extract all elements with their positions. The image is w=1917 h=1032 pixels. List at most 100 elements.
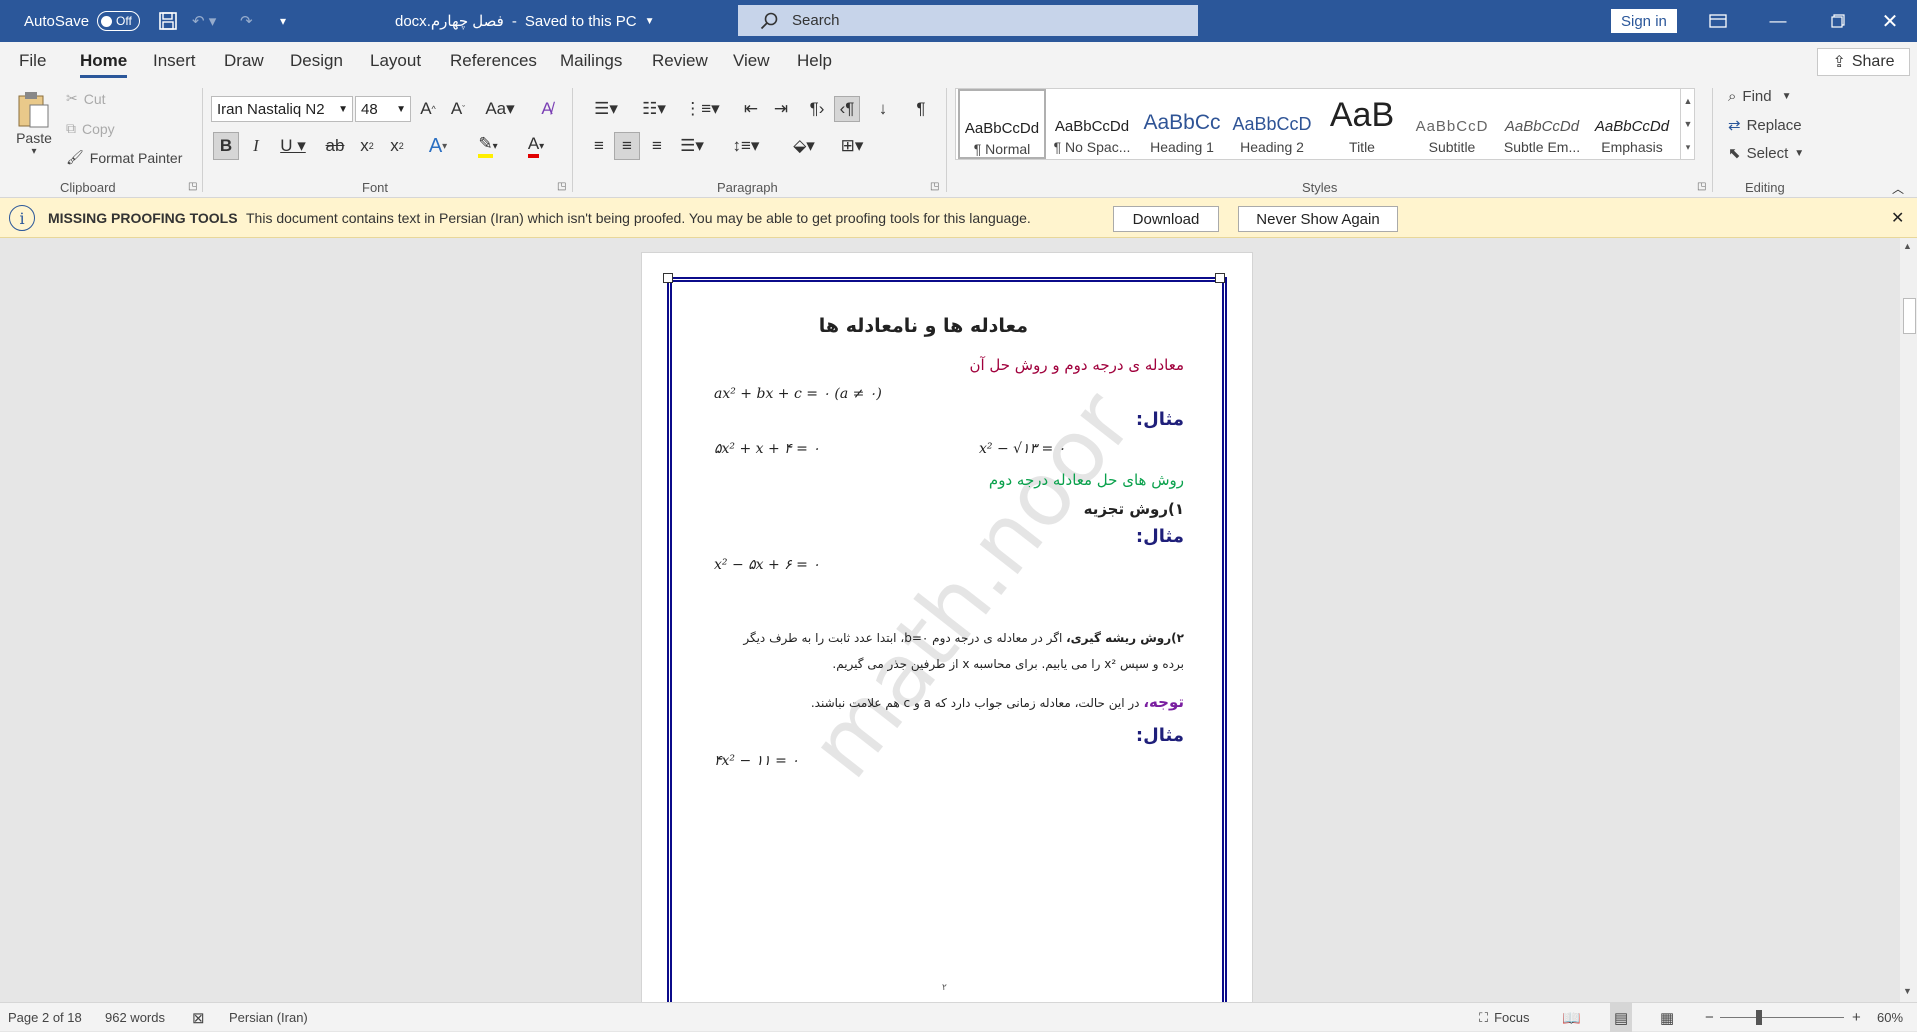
- replace-button[interactable]: ⇄ Replace: [1728, 116, 1802, 135]
- tab-insert[interactable]: Insert: [153, 42, 196, 80]
- minimize-icon[interactable]: —: [1748, 0, 1808, 42]
- proofing-icon[interactable]: ⊠: [192, 1003, 205, 1032]
- style-normal[interactable]: AaBbCcDd ¶ Normal: [958, 89, 1046, 159]
- zoom-out-icon[interactable]: −: [1705, 1003, 1714, 1032]
- paragraph-launcher-icon[interactable]: ◳: [930, 181, 939, 192]
- font-color-icon[interactable]: A ▾: [516, 132, 556, 160]
- show-formatting-marks-icon[interactable]: ¶: [908, 96, 934, 122]
- tab-draw[interactable]: Draw: [224, 42, 264, 80]
- style-title[interactable]: AaB Title: [1318, 89, 1406, 159]
- copy-button[interactable]: ⧉ Copy: [66, 120, 115, 137]
- save-icon[interactable]: [158, 0, 178, 42]
- frame-handle[interactable]: [663, 273, 673, 283]
- ribbon-display-options-icon[interactable]: [1688, 0, 1748, 42]
- language-indicator[interactable]: Persian (Iran): [229, 1003, 308, 1032]
- tab-review[interactable]: Review: [652, 42, 708, 80]
- clipboard-launcher-icon[interactable]: ◳: [188, 181, 197, 192]
- font-size-box[interactable]: 48 ▼: [355, 96, 411, 122]
- font-name-box[interactable]: Iran Nastaliq N2 ▼: [211, 96, 353, 122]
- styles-scroll[interactable]: ▲ ▼ ▾: [1680, 89, 1695, 159]
- zoom-level[interactable]: 60%: [1877, 1003, 1903, 1032]
- tab-help[interactable]: Help: [797, 42, 832, 80]
- cut-button[interactable]: ✂ Cut: [66, 90, 106, 107]
- customize-qat-icon[interactable]: ▾: [280, 0, 286, 42]
- decrease-indent-icon[interactable]: ⇤: [738, 96, 764, 122]
- bold-icon[interactable]: B: [213, 132, 239, 160]
- zoom-slider[interactable]: [1720, 1003, 1844, 1032]
- strikethrough-icon[interactable]: ab: [320, 132, 350, 160]
- close-icon[interactable]: ✕: [1860, 0, 1917, 42]
- style-heading-1[interactable]: AaBbCc Heading 1: [1138, 89, 1226, 159]
- multilevel-list-icon[interactable]: ⋮≡▾: [682, 96, 722, 122]
- style-emphasis[interactable]: AaBbCcDd Emphasis: [1588, 89, 1676, 159]
- align-left-icon[interactable]: ≡: [586, 132, 612, 160]
- increase-indent-icon[interactable]: ⇥: [768, 96, 794, 122]
- bullets-icon[interactable]: ☰▾: [586, 96, 626, 122]
- never-show-again-button[interactable]: Never Show Again: [1238, 206, 1398, 232]
- read-mode-icon[interactable]: 📖: [1562, 1003, 1581, 1032]
- autosave[interactable]: AutoSave Off: [24, 0, 140, 42]
- tab-file[interactable]: File: [19, 42, 46, 80]
- justify-icon[interactable]: ☰▾: [674, 132, 710, 160]
- vertical-scrollbar[interactable]: ▲ ▼: [1900, 238, 1917, 1002]
- document-canvas[interactable]: math.noor معادله ها و نامعادله ها معادله…: [0, 238, 1900, 1002]
- scroll-up-icon[interactable]: ▲: [1903, 241, 1912, 251]
- text-effects-icon[interactable]: A ▾: [420, 132, 456, 160]
- more-styles-icon[interactable]: ▾: [1686, 142, 1691, 153]
- zoom-in-icon[interactable]: +: [1852, 1003, 1861, 1032]
- search-box[interactable]: Search: [738, 5, 1198, 36]
- tab-layout[interactable]: Layout: [370, 42, 421, 80]
- share-button[interactable]: ⇪ Share: [1817, 48, 1910, 76]
- shading-icon[interactable]: ⬙▾: [784, 132, 824, 160]
- scrollbar-thumb[interactable]: [1903, 298, 1916, 334]
- page-count[interactable]: Page 2 of 18: [8, 1003, 82, 1032]
- italic-icon[interactable]: I: [243, 132, 269, 160]
- align-center-icon[interactable]: ≡: [614, 132, 640, 160]
- tab-references[interactable]: References: [450, 42, 537, 80]
- undo-icon[interactable]: ↶ ▾: [192, 0, 216, 42]
- frame-handle[interactable]: [1215, 273, 1225, 283]
- underline-icon[interactable]: U ▾: [273, 132, 313, 160]
- focus-button[interactable]: ⛶ Focus: [1479, 1003, 1530, 1032]
- line-spacing-icon[interactable]: ↕≡▾: [726, 132, 766, 160]
- scroll-down-icon[interactable]: ▼: [1903, 986, 1912, 996]
- clear-formatting-icon[interactable]: A̸: [534, 96, 560, 122]
- tab-view[interactable]: View: [733, 42, 770, 80]
- shrink-font-icon[interactable]: Aˇ: [446, 96, 470, 122]
- sign-in-button[interactable]: Sign in: [1611, 9, 1677, 33]
- print-layout-icon[interactable]: ▤: [1610, 1003, 1633, 1032]
- ltr-direction-icon[interactable]: ¶›: [804, 96, 830, 122]
- numbering-icon[interactable]: ☷▾: [634, 96, 674, 122]
- style-subtle-emphasis[interactable]: AaBbCcDd Subtle Em...: [1498, 89, 1586, 159]
- autosave-toggle[interactable]: Off: [97, 11, 140, 31]
- style-heading-2[interactable]: AaBbCcD Heading 2: [1228, 89, 1316, 159]
- style-subtitle[interactable]: AaBbCcD Subtitle: [1408, 89, 1496, 159]
- collapse-ribbon-icon[interactable]: ︿: [1890, 180, 1906, 196]
- change-case-icon[interactable]: Aa▾: [480, 96, 520, 122]
- scroll-up-icon[interactable]: ▲: [1684, 96, 1693, 106]
- styles-launcher-icon[interactable]: ◳: [1697, 181, 1706, 192]
- tab-mailings[interactable]: Mailings: [560, 42, 622, 80]
- zoom-thumb[interactable]: [1756, 1010, 1762, 1025]
- grow-font-icon[interactable]: A ^: [416, 96, 440, 122]
- document-page[interactable]: math.noor معادله ها و نامعادله ها معادله…: [641, 252, 1253, 1002]
- redo-icon[interactable]: ↷: [240, 0, 253, 42]
- document-title[interactable]: فصل چهارم.docx - Saved to this PC ▼: [395, 0, 655, 42]
- borders-icon[interactable]: ⊞▾: [832, 132, 872, 160]
- sort-icon[interactable]: ↓: [870, 96, 896, 122]
- download-button[interactable]: Download: [1113, 206, 1219, 232]
- paste-button[interactable]: Paste ▾: [14, 90, 54, 157]
- subscript-icon[interactable]: x2: [354, 132, 380, 160]
- word-count[interactable]: 962 words: [105, 1003, 165, 1032]
- tab-home[interactable]: Home: [80, 42, 128, 80]
- select-button[interactable]: ⬉ Select ▼: [1728, 144, 1804, 163]
- tab-design[interactable]: Design: [290, 42, 343, 80]
- scroll-down-icon[interactable]: ▼: [1684, 119, 1693, 129]
- dismiss-infobar-icon[interactable]: ✕: [1891, 208, 1904, 228]
- align-right-icon[interactable]: ≡: [644, 132, 670, 160]
- superscript-icon[interactable]: x2: [384, 132, 410, 160]
- find-button[interactable]: ⌕ Find ▼: [1728, 88, 1792, 105]
- format-painter-button[interactable]: 🖌 Format Painter: [66, 149, 182, 166]
- web-layout-icon[interactable]: ▦: [1660, 1003, 1674, 1032]
- font-launcher-icon[interactable]: ◳: [557, 181, 566, 192]
